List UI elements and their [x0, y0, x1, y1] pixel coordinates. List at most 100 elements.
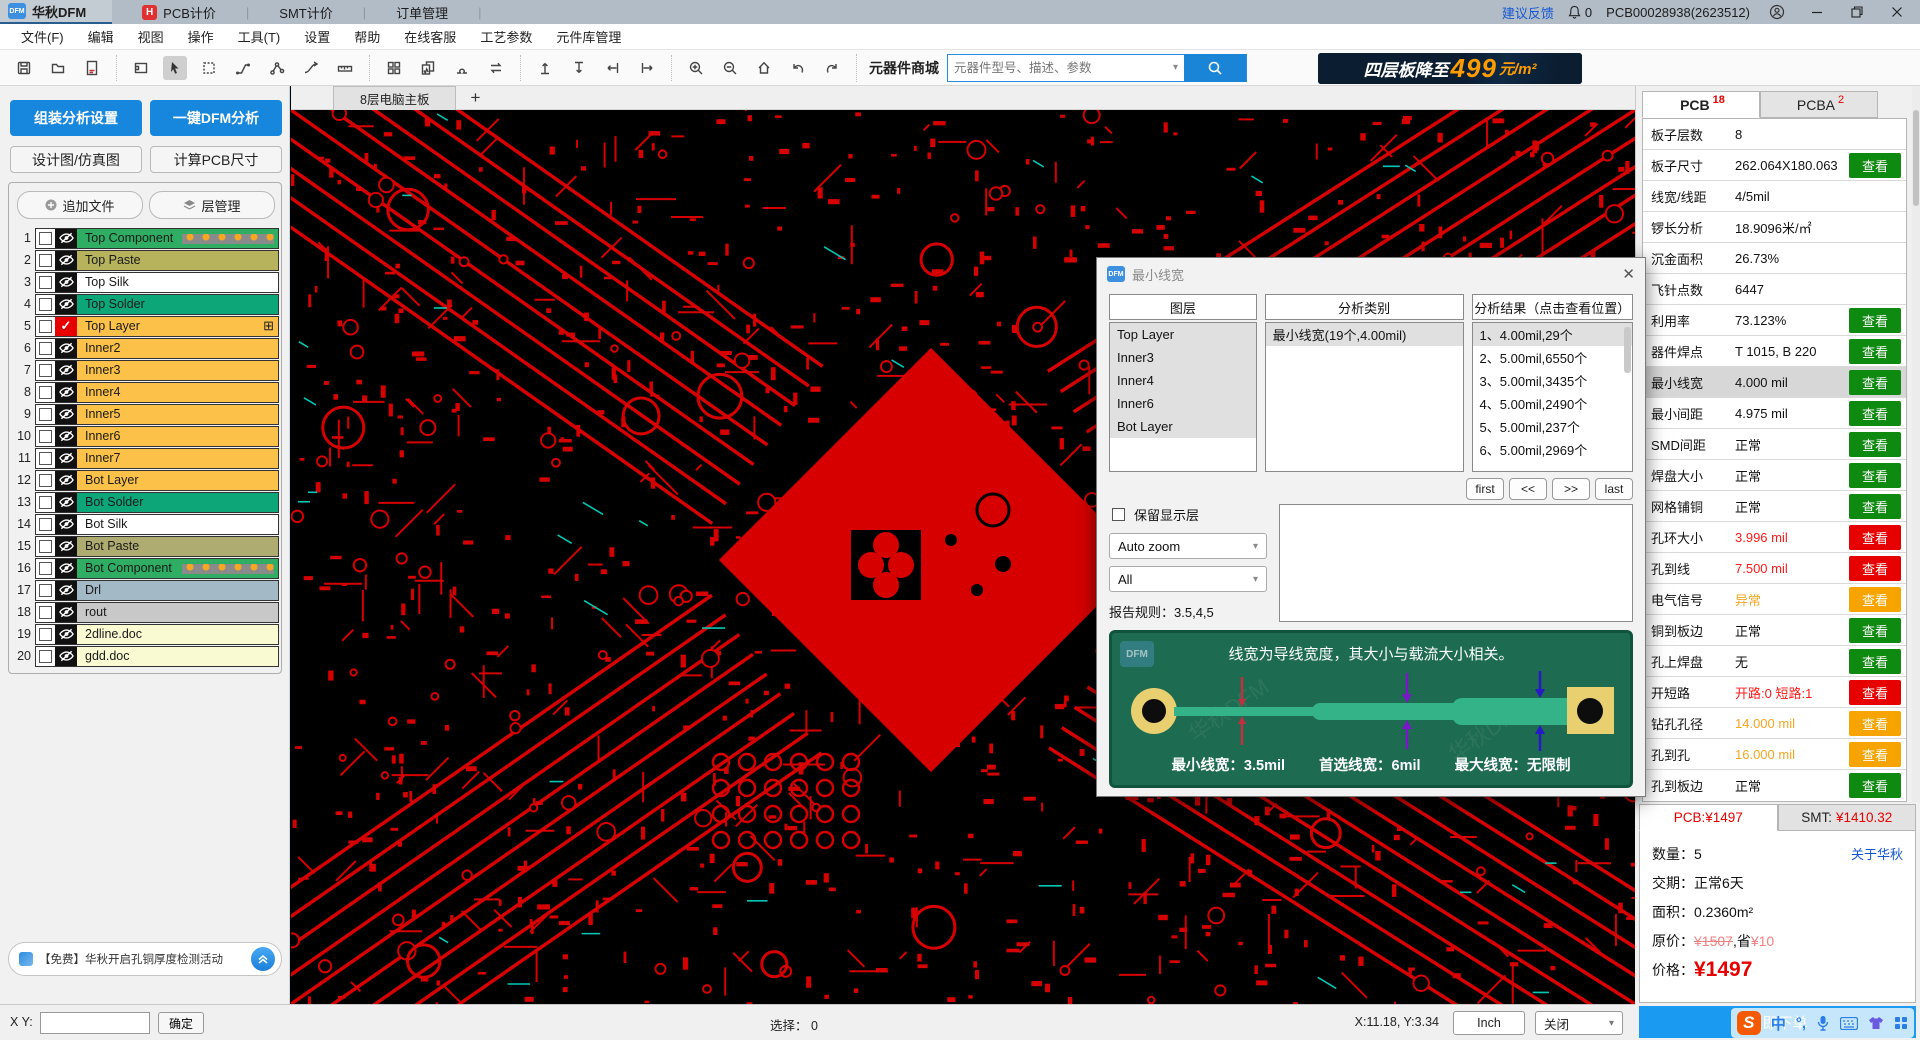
xy-input[interactable]: [40, 1012, 150, 1034]
ime-menu-icon[interactable]: [1894, 1016, 1908, 1030]
analysis-row-孔到孔[interactable]: 孔到孔16.000 mil查看: [1643, 739, 1906, 770]
align-left-icon[interactable]: [601, 56, 625, 80]
layer-name[interactable]: Bot Paste: [77, 537, 278, 556]
menu-文件(F)[interactable]: 文件(F): [10, 24, 75, 49]
board-icon[interactable]: [129, 56, 153, 80]
analysis-row-最小间距[interactable]: 最小间距4.975 mil查看: [1643, 398, 1906, 429]
layer-name[interactable]: Bot Layer: [77, 471, 278, 490]
view-button[interactable]: 查看: [1849, 556, 1901, 581]
nodes-icon[interactable]: [265, 56, 289, 80]
eye-off-icon[interactable]: [55, 229, 77, 248]
view-button[interactable]: 查看: [1849, 680, 1901, 705]
menu-操作[interactable]: 操作: [177, 24, 225, 49]
layer-name[interactable]: Bot Solder: [77, 493, 278, 512]
result-scrollbar-thumb[interactable]: [1624, 327, 1631, 373]
feedback-link[interactable]: 建议反馈: [1502, 3, 1554, 22]
ime-mode-toggle[interactable]: 中: [1771, 1013, 1786, 1034]
append-file-button[interactable]: 追加文件: [17, 191, 143, 219]
eye-off-icon[interactable]: [55, 383, 77, 402]
skin-icon[interactable]: [1868, 1016, 1884, 1030]
eye-off-icon[interactable]: [55, 581, 77, 600]
align-bottom-icon[interactable]: [567, 56, 591, 80]
menu-工具(T)[interactable]: 工具(T): [227, 24, 292, 49]
dialog-layer-item[interactable]: Inner3: [1110, 346, 1256, 369]
layer-checkbox[interactable]: [39, 386, 52, 399]
layer-name[interactable]: Inner6: [77, 427, 278, 446]
layer-checkbox[interactable]: [39, 452, 52, 465]
layer-name[interactable]: Top Silk: [77, 273, 278, 292]
menu-元件库管理[interactable]: 元件库管理: [545, 24, 632, 49]
layer-name[interactable]: Inner5: [77, 405, 278, 424]
layer-name[interactable]: Top Solder: [77, 295, 278, 314]
menu-设置[interactable]: 设置: [293, 24, 341, 49]
tab-huaqiu-dfm[interactable]: DFM 华秋DFM: [0, 0, 112, 24]
promo-banner[interactable]: 四层板降至 499 元/m²: [1318, 53, 1582, 84]
layer-name[interactable]: Top Component: [77, 229, 278, 248]
layer-checkbox[interactable]: [39, 584, 52, 597]
eye-off-icon[interactable]: [55, 251, 77, 270]
layer-name[interactable]: Inner7: [77, 449, 278, 468]
analysis-row-线宽/线距[interactable]: 线宽/线距4/5mil: [1643, 181, 1906, 212]
analysis-row-孔环大小[interactable]: 孔环大小3.996 mil查看: [1643, 522, 1906, 553]
sogou-icon[interactable]: S: [1737, 1011, 1761, 1035]
view-button[interactable]: 查看: [1849, 494, 1901, 519]
layer-checkbox[interactable]: [39, 254, 52, 267]
grid-plus-icon[interactable]: ⊞: [263, 318, 274, 334]
layer-name[interactable]: gdd.doc: [77, 647, 278, 666]
zoom-out-icon[interactable]: [718, 56, 742, 80]
one-click-dfm-button[interactable]: 一键DFM分析: [150, 100, 282, 136]
eye-off-icon[interactable]: [55, 449, 77, 468]
eye-off-icon[interactable]: [55, 493, 77, 512]
panelize-icon[interactable]: [382, 56, 406, 80]
layer-name[interactable]: 2dline.doc: [77, 625, 278, 644]
layer-checkbox[interactable]: [39, 430, 52, 443]
assembly-analysis-button[interactable]: 组装分析设置: [10, 100, 142, 136]
analysis-row-电气信号[interactable]: 电气信号异常查看: [1643, 584, 1906, 615]
analysis-row-锣长分析[interactable]: 锣长分析18.9096米/㎡: [1643, 212, 1906, 243]
menu-编辑[interactable]: 编辑: [77, 24, 125, 49]
promo-notice[interactable]: 【免费】华秋开启孔铜厚度检测活动: [8, 942, 282, 976]
analysis-row-焊盘大小[interactable]: 焊盘大小正常查看: [1643, 460, 1906, 491]
align-top-icon[interactable]: [533, 56, 557, 80]
eye-off-icon[interactable]: [55, 647, 77, 666]
pcb-price-tab[interactable]: PCB:¥1497: [1639, 804, 1778, 831]
filter-select[interactable]: All▾: [1109, 566, 1267, 592]
dialog-layer-item[interactable]: Bot Layer: [1110, 415, 1256, 438]
select-icon[interactable]: [163, 56, 187, 80]
dialog-result-item[interactable]: 2、5.00mil,6550个: [1473, 346, 1632, 369]
analysis-row-沉金面积[interactable]: 沉金面积26.73%: [1643, 243, 1906, 274]
dialog-close-icon[interactable]: ✕: [1622, 265, 1635, 283]
dialog-result-item[interactable]: 5、5.00mil,237个: [1473, 415, 1632, 438]
view-button[interactable]: 查看: [1849, 432, 1901, 457]
zoom-mode-select[interactable]: Auto zoom▾: [1109, 533, 1267, 559]
undo-icon[interactable]: [786, 56, 810, 80]
zoom-in-icon[interactable]: [684, 56, 708, 80]
close-button[interactable]: [1884, 1, 1910, 23]
eye-off-icon[interactable]: [55, 273, 77, 292]
confirm-button[interactable]: 确定: [158, 1012, 204, 1034]
analysis-row-铜到板边[interactable]: 铜到板边正常查看: [1643, 615, 1906, 646]
layer-checkbox[interactable]: [39, 232, 52, 245]
nav-last[interactable]: last: [1595, 478, 1633, 500]
calc-pcb-size-button[interactable]: 计算PCB尺寸: [150, 146, 282, 173]
dialog-result-item[interactable]: 6、5.00mil,2969个: [1473, 438, 1632, 461]
layer-name[interactable]: Top Paste: [77, 251, 278, 270]
menu-在线客服[interactable]: 在线客服: [393, 24, 467, 49]
layer-checkbox[interactable]: [39, 474, 52, 487]
layer-checkbox[interactable]: [39, 606, 52, 619]
dialog-layer-item[interactable]: Inner4: [1110, 369, 1256, 392]
view-button[interactable]: 查看: [1849, 463, 1901, 488]
about-huaqiu-link[interactable]: 关于华秋: [1851, 844, 1903, 863]
layer-stack-icon[interactable]: [416, 56, 440, 80]
view-button[interactable]: 查看: [1849, 742, 1901, 767]
view-button[interactable]: 查看: [1849, 153, 1901, 178]
design-sim-button[interactable]: 设计图/仿真图: [10, 146, 142, 173]
analysis-row-网格铺铜[interactable]: 网格铺铜正常查看: [1643, 491, 1906, 522]
analysis-row-利用率[interactable]: 利用率73.123%查看: [1643, 305, 1906, 336]
notification-bell[interactable]: 0: [1568, 5, 1592, 20]
layer-name[interactable]: Bot Component: [77, 559, 278, 578]
layer-checkbox[interactable]: [39, 364, 52, 377]
add-tab-button[interactable]: +: [470, 88, 480, 108]
nav-<<[interactable]: <<: [1509, 478, 1547, 500]
tab-pcb[interactable]: PCB18: [1642, 91, 1760, 118]
